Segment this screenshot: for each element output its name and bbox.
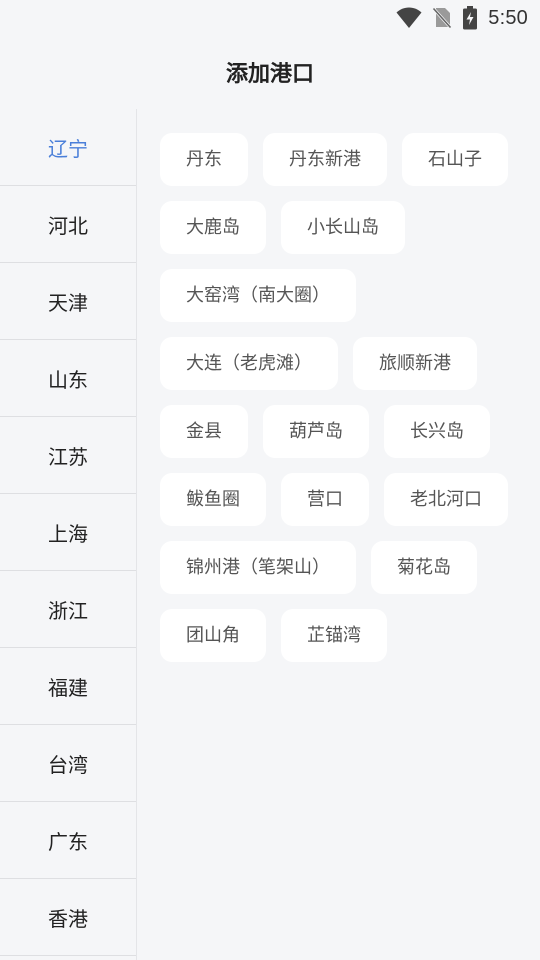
port-row: 大窑湾（南大圈） [160,269,520,322]
sidebar-item-jiangsu[interactable]: 江苏 [0,417,136,494]
port-chip[interactable]: 长兴岛 [384,405,490,458]
sidebar-item-hongkong[interactable]: 香港 [0,879,136,956]
province-sidebar: 辽宁 河北 天津 山东 江苏 上海 浙江 福建 台湾 广东 香港 [0,109,137,960]
port-chip[interactable]: 大鹿岛 [160,201,266,254]
sidebar-item-hebei[interactable]: 河北 [0,186,136,263]
port-chip[interactable]: 锦州港（笔架山） [160,541,356,594]
port-row: 大连（老虎滩） 旅顺新港 [160,337,520,390]
port-chip[interactable]: 大连（老虎滩） [160,337,338,390]
wifi-icon [396,7,422,29]
port-chip[interactable]: 丹东 [160,133,248,186]
no-sim-icon [432,7,453,29]
status-bar: 5:50 [0,0,540,36]
port-row: 锦州港（笔架山） 菊花岛 [160,541,520,594]
port-chip[interactable]: 营口 [281,473,369,526]
port-chip[interactable]: 菊花岛 [371,541,477,594]
port-chip[interactable]: 老北河口 [384,473,508,526]
page-title: 添加港口 [225,62,314,87]
port-row: 大鹿岛 小长山岛 [160,201,520,254]
port-row: 金县 葫芦岛 长兴岛 [160,405,520,458]
status-time: 5:50 [488,6,528,29]
sidebar-item-tianjin[interactable]: 天津 [0,263,136,340]
port-chip[interactable]: 鲅鱼圈 [160,473,266,526]
battery-charging-icon [462,6,478,30]
port-chip[interactable]: 旅顺新港 [353,337,477,390]
port-row: 丹东 丹东新港 石山子 [160,133,520,186]
status-icons: 5:50 [396,6,528,30]
port-chip[interactable]: 小长山岛 [281,201,405,254]
port-row: 团山角 芷锚湾 [160,609,520,662]
port-chip[interactable]: 芷锚湾 [281,609,387,662]
port-chip[interactable]: 大窑湾（南大圈） [160,269,356,322]
sidebar-item-liaoning[interactable]: 辽宁 [0,109,136,186]
port-chip[interactable]: 葫芦岛 [263,405,369,458]
port-list: 丹东 丹东新港 石山子 大鹿岛 小长山岛 大窑湾（南大圈） 大连（老虎滩） 旅顺… [160,133,520,677]
sidebar-item-zhejiang[interactable]: 浙江 [0,571,136,648]
sidebar-item-guangdong[interactable]: 广东 [0,802,136,879]
sidebar-item-shanghai[interactable]: 上海 [0,494,136,571]
sidebar-item-fujian[interactable]: 福建 [0,648,136,725]
port-chip[interactable]: 丹东新港 [263,133,387,186]
port-chip[interactable]: 金县 [160,405,248,458]
port-chip[interactable]: 石山子 [402,133,508,186]
sidebar-item-taiwan[interactable]: 台湾 [0,725,136,802]
port-row: 鲅鱼圈 营口 老北河口 [160,473,520,526]
sidebar-item-shandong[interactable]: 山东 [0,340,136,417]
port-chip[interactable]: 团山角 [160,609,266,662]
